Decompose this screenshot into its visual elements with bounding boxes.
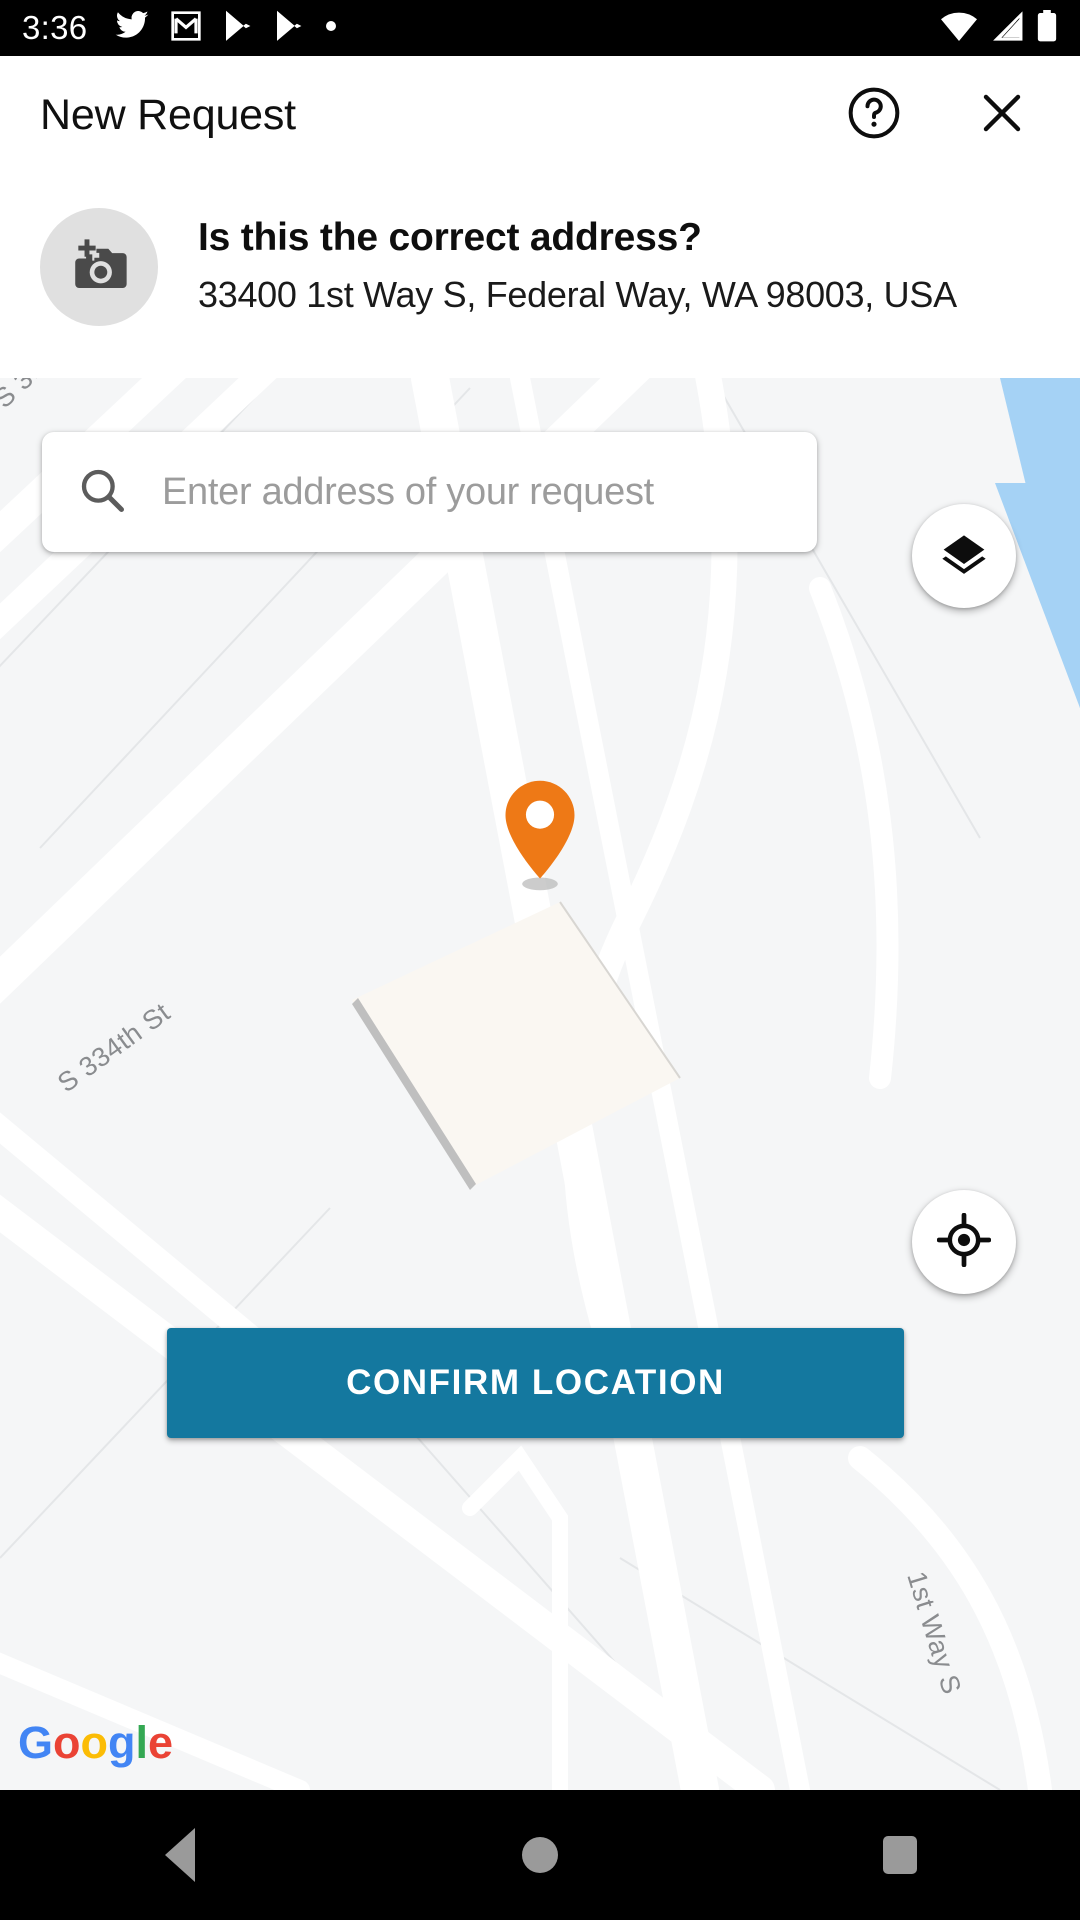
cellular-signal-icon [990, 10, 1024, 46]
help-circle-icon [846, 85, 902, 146]
battery-icon [1036, 9, 1058, 47]
address-header: Is this the correct address? 33400 1st W… [0, 174, 1080, 378]
status-bar-clock: 3:36 [22, 9, 88, 46]
home-circle-icon [522, 1837, 558, 1873]
wifi-icon [940, 11, 978, 46]
play-store-icon [223, 10, 253, 47]
add-a-photo-icon [68, 234, 130, 301]
back-triangle-icon [165, 1828, 195, 1882]
status-bar: 3:36 [0, 0, 1080, 56]
address-value: 33400 1st Way S, Federal Way, WA 98003, … [198, 274, 957, 315]
app-bar: New Request [0, 56, 1080, 174]
map-view[interactable]: S 332nd St S 334th St 1st Way S Enter ad… [0, 378, 1080, 1790]
address-text-group: Is this the correct address? 33400 1st W… [198, 208, 957, 316]
confirm-location-label: CONFIRM LOCATION [346, 1363, 725, 1402]
app-bar-actions [846, 87, 1040, 143]
close-icon [976, 87, 1028, 144]
home-button[interactable] [360, 1837, 720, 1873]
search-input[interactable]: Enter address of your request [162, 471, 654, 514]
play-store-icon [274, 10, 304, 47]
android-navigation-bar [0, 1790, 1080, 1920]
my-location-button[interactable] [912, 1190, 1016, 1294]
map-layers-button[interactable] [912, 504, 1016, 608]
dot-icon [325, 19, 337, 37]
help-button[interactable] [846, 87, 902, 143]
confirm-location-button[interactable]: CONFIRM LOCATION [167, 1328, 904, 1438]
add-photo-button[interactable] [40, 208, 158, 326]
close-button[interactable] [974, 87, 1030, 143]
address-search-bar[interactable]: Enter address of your request [42, 432, 817, 552]
status-bar-system-icons [940, 9, 1058, 47]
location-marker[interactable] [500, 778, 580, 898]
recents-square-icon [883, 1836, 917, 1874]
my-location-icon [936, 1212, 992, 1272]
gmail-icon [170, 10, 202, 47]
twitter-icon [115, 10, 149, 46]
page-title: New Request [40, 90, 296, 139]
layers-icon [938, 528, 990, 585]
address-question: Is this the correct address? [198, 216, 702, 259]
recents-button[interactable] [720, 1836, 1080, 1874]
location-pin-icon [505, 780, 575, 891]
search-icon [76, 464, 128, 521]
google-attribution: Google [18, 1717, 174, 1768]
status-bar-notification-icons [115, 10, 337, 47]
back-button[interactable] [0, 1828, 360, 1882]
